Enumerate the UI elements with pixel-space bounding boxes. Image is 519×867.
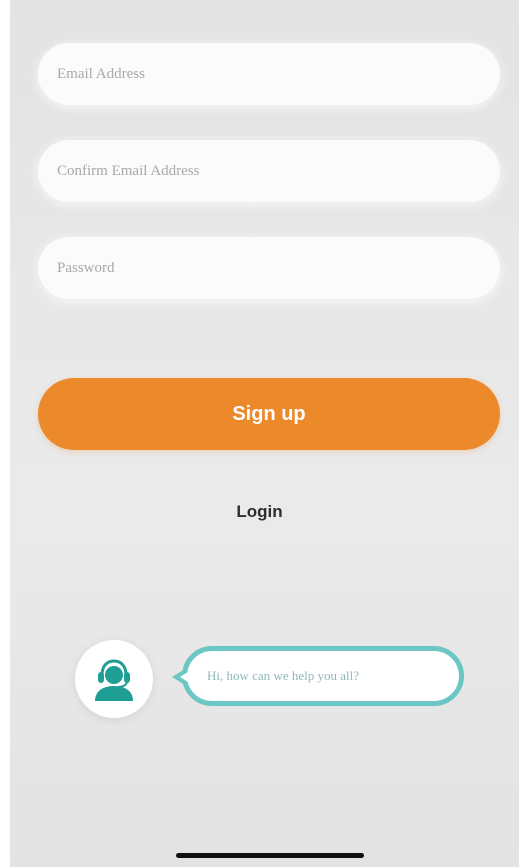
password-field[interactable]: [38, 237, 500, 299]
chat-bubble-tail-inner: [180, 672, 188, 682]
login-link[interactable]: Login: [0, 502, 519, 522]
email-input[interactable]: [55, 64, 480, 84]
left-edge: [0, 0, 10, 867]
confirm-email-field[interactable]: [38, 140, 500, 202]
confirm-email-input[interactable]: [55, 161, 480, 181]
customer-support-icon: [95, 659, 133, 701]
password-input[interactable]: [55, 258, 480, 278]
email-field[interactable]: [38, 43, 500, 105]
signup-screen: Sign up Login Hi, how can we help you al…: [0, 0, 519, 867]
signup-button[interactable]: Sign up: [38, 378, 500, 450]
support-avatar-button[interactable]: [75, 640, 153, 718]
support-chat-text: Hi, how can we help you all?: [207, 668, 359, 683]
support-chat-bubble[interactable]: Hi, how can we help you all?: [182, 646, 464, 706]
home-indicator[interactable]: [176, 853, 364, 858]
